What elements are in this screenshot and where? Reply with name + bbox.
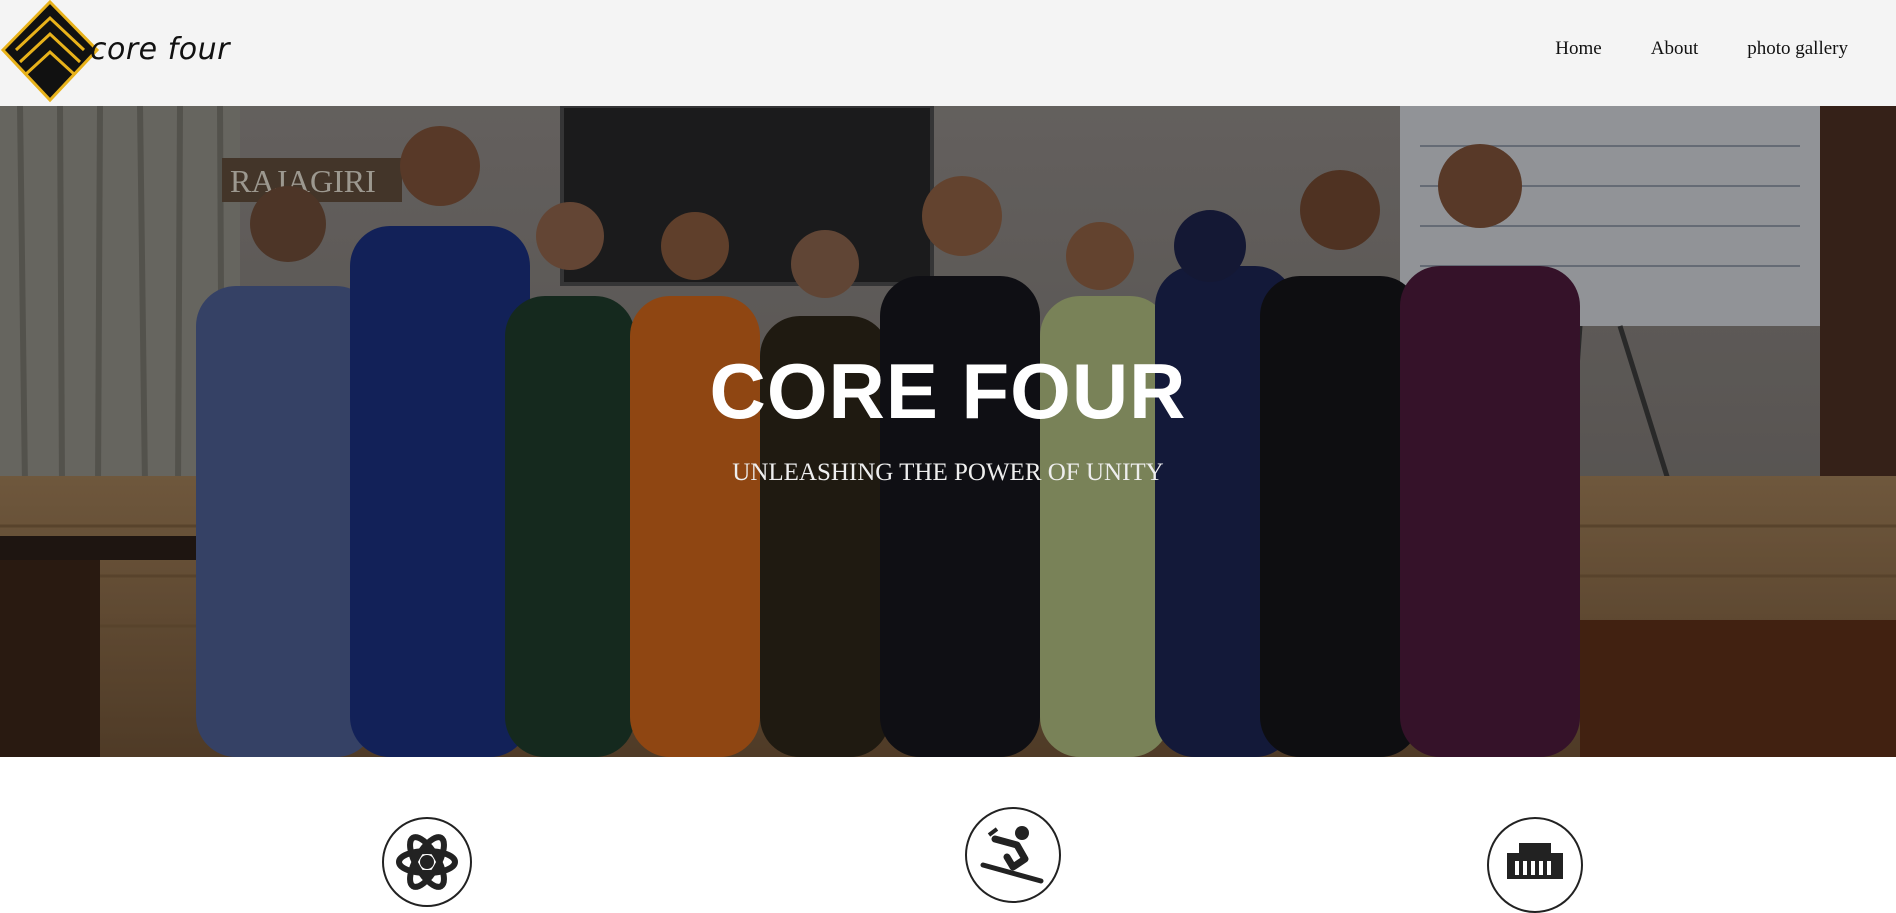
nav-photo-gallery[interactable]: photo gallery [1747,38,1848,60]
brand-logo[interactable]: core four [0,0,240,106]
site-header: core four Home About photo gallery [0,0,1896,106]
hero-banner: RAJAGIRI CORE FOUR UNLEASHING THE POWER … [0,106,1896,757]
main-nav: Home About photo gallery [1555,38,1848,60]
nav-home[interactable]: Home [1555,38,1601,60]
hero-subtitle: UNLEASHING THE POWER OF UNITY [732,459,1164,486]
brand-name: core four [90,32,230,67]
hero-title: CORE FOUR [709,347,1187,435]
skiing-icon[interactable] [965,807,1061,903]
nav-about[interactable]: About [1651,38,1699,60]
ethernet-port-icon[interactable] [1487,817,1583,913]
features-row [0,757,1896,913]
atom-icon[interactable] [382,817,472,907]
layered-diamond-icon [0,0,100,103]
